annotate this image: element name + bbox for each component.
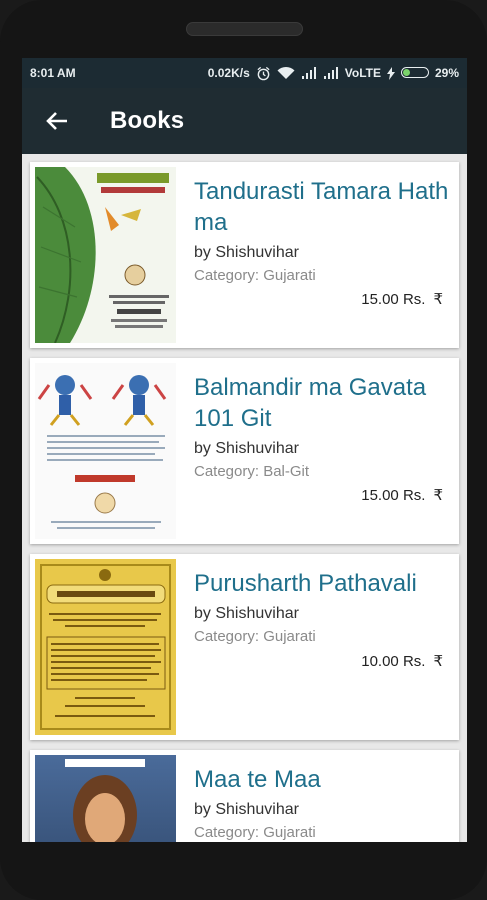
book-title: Maa te Maa: [194, 766, 321, 793]
book-author: by Shishuvihar: [194, 801, 299, 818]
book-cover-image: [35, 559, 176, 735]
book-card[interactable]: Tandurasti Tamara Hath ma by Shishuvihar…: [30, 162, 459, 348]
book-category: Category: Gujarati: [194, 824, 316, 841]
arrow-left-icon[interactable]: [22, 111, 92, 131]
signal-icon: [301, 66, 317, 80]
book-cover-image: [35, 167, 176, 343]
book-card[interactable]: Maa te Maa by Shishuvihar Category: Guja…: [30, 750, 459, 842]
app-bar: Books: [22, 88, 467, 154]
wifi-icon: [277, 66, 295, 81]
book-author: by Shishuvihar: [194, 244, 299, 261]
book-price: 10.00 Rs. ₹: [361, 652, 443, 670]
battery-icon: [400, 67, 429, 79]
signal-icon-2: [323, 66, 339, 80]
book-author: by Shishuvihar: [194, 605, 299, 622]
price-value: 15.00 Rs.: [361, 291, 426, 308]
rupee-icon: ₹: [433, 653, 443, 670]
book-info: Purusharth Pathavali by Shishuvihar Cate…: [176, 554, 459, 740]
earpiece-speaker: [186, 22, 303, 36]
status-right: 0.02K/s VoLTE 29%: [207, 65, 459, 81]
rupee-icon: ₹: [433, 487, 443, 504]
status-speed: 0.02K/s: [207, 65, 250, 80]
status-battery: 29%: [434, 65, 459, 80]
book-title: Tandurasti Tamara Hath ma: [194, 178, 449, 236]
book-list: Tandurasti Tamara Hath ma by Shishuvihar…: [22, 154, 467, 842]
charging-icon: [386, 66, 395, 81]
book-card[interactable]: Purusharth Pathavali by Shishuvihar Cate…: [30, 554, 459, 740]
book-title: Balmandir ma Gavata 101 Git: [194, 374, 427, 432]
book-cover-image: [35, 755, 176, 842]
book-cover-image: [35, 363, 176, 539]
book-title: Purusharth Pathavali: [194, 570, 417, 597]
page-title: Books: [110, 107, 185, 134]
phone-frame: 8:01 AM 0.02K/s VoLTE 29% Books Tanduras…: [0, 0, 487, 900]
alarm-icon: [256, 65, 271, 80]
book-author: by Shishuvihar: [194, 440, 299, 457]
book-info: Maa te Maa by Shishuvihar Category: Guja…: [176, 750, 459, 842]
book-category: Category: Gujarati: [194, 628, 316, 645]
book-card[interactable]: Balmandir ma Gavata 101 Git by Shishuvih…: [30, 358, 459, 544]
rupee-icon: ₹: [433, 291, 443, 308]
book-category: Category: Bal-Git: [194, 463, 310, 480]
book-info: Tandurasti Tamara Hath ma by Shishuvihar…: [176, 162, 459, 348]
book-info: Balmandir ma Gavata 101 Git by Shishuvih…: [176, 358, 459, 544]
status-network: VoLTE: [344, 65, 381, 80]
book-price: 15.00 Rs. ₹: [361, 290, 443, 308]
price-value: 15.00 Rs.: [361, 487, 426, 504]
screen: 8:01 AM 0.02K/s VoLTE 29% Books Tanduras…: [22, 58, 467, 842]
book-category: Category: Gujarati: [194, 267, 316, 284]
book-price: 15.00 Rs. ₹: [361, 486, 443, 504]
status-time: 8:01 AM: [30, 66, 76, 80]
price-value: 10.00 Rs.: [361, 653, 426, 670]
status-bar: 8:01 AM 0.02K/s VoLTE 29%: [22, 58, 467, 88]
